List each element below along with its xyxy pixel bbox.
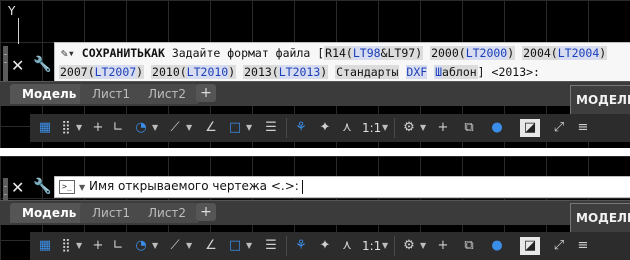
add-layout-button[interactable]: + xyxy=(196,84,216,102)
tab-sheet1[interactable]: Лист1 xyxy=(80,203,143,223)
hardware-accel-icon[interactable]: ◪ xyxy=(520,237,540,255)
model-space-button[interactable]: МОДЕЛЬ xyxy=(570,203,630,233)
infer-icon[interactable]: + xyxy=(90,237,106,255)
layout-tabs-bar: Модель Лист1 Лист2 + xyxy=(0,200,630,225)
isodraft-icon[interactable]: ⟋ xyxy=(166,237,184,255)
status-separator xyxy=(286,236,287,256)
units-icon[interactable]: ⧉ xyxy=(460,237,478,255)
option-2007[interactable]: 2007(LT2007) xyxy=(59,65,145,79)
tab-model[interactable]: Модель xyxy=(10,84,89,104)
grid-icon[interactable]: ▦ xyxy=(36,119,54,137)
status-bar: ▦ ⣿ ▼ + ∟ ◔ ▼ ⟋ ▼ ∠ □ ▼ ☰ ⚘ ✦ ⋏ 1:1 ▼ ⚙ … xyxy=(30,232,630,260)
polar-icon[interactable]: ◔ xyxy=(132,237,150,255)
chevron-down-icon[interactable]: ▼ xyxy=(246,237,254,255)
chevron-down-icon[interactable]: ▼ xyxy=(420,237,428,255)
ortho-icon[interactable]: ∟ xyxy=(110,119,126,137)
chevron-down-icon[interactable]: ▼ xyxy=(186,119,194,137)
chevron-down-icon[interactable]: ▼ xyxy=(152,237,160,255)
scale-value[interactable]: 1:1 xyxy=(362,237,381,255)
snap-icon[interactable]: ⣿ xyxy=(58,237,74,255)
annotation-visibility-icon[interactable]: ⚘ xyxy=(292,119,310,137)
customize-icon[interactable]: ≡ xyxy=(574,119,592,137)
chevron-down-icon[interactable]: ▼ xyxy=(382,119,390,137)
chevron-down-icon[interactable]: ▼ xyxy=(76,119,84,137)
autoscale-icon[interactable]: ✦ xyxy=(316,237,334,255)
workspace-gear-icon[interactable]: ⚙ xyxy=(400,119,418,137)
option-standards[interactable]: Стандарты xyxy=(335,65,400,79)
osnap-icon[interactable]: □ xyxy=(226,237,244,255)
drawing-window-open: ✕ 🔧 >_ ▼ Имя открываемого чертежа <.>: М… xyxy=(0,156,630,260)
option-dxf[interactable]: DXF xyxy=(406,65,428,79)
command-history-icon[interactable]: ✎▾ xyxy=(61,46,75,60)
option-2010[interactable]: 2010(LT2010) xyxy=(151,65,237,79)
isodraft-icon[interactable]: ⟋ xyxy=(166,119,184,137)
tab-sheet2[interactable]: Лист2 xyxy=(136,203,199,223)
scale-value[interactable]: 1:1 xyxy=(362,119,381,137)
command-line-grip[interactable] xyxy=(3,46,8,84)
layout-tabs-bar: Модель Лист1 Лист2 + xyxy=(0,81,630,106)
close-icon[interactable]: ✕ xyxy=(11,56,24,75)
ucs-y-axis-label: Y xyxy=(8,4,16,18)
tab-model[interactable]: Модель xyxy=(10,203,89,223)
clean-screen-icon[interactable]: ⤢ xyxy=(550,119,568,137)
wrench-icon[interactable]: 🔧 xyxy=(33,55,52,73)
chevron-down-icon[interactable]: ▼ xyxy=(76,237,84,255)
option-r14[interactable]: R14(LT98&LT97) xyxy=(324,46,424,60)
annotation-scale-icon[interactable]: ⋏ xyxy=(338,237,356,255)
clean-screen-icon[interactable]: ⤢ xyxy=(550,237,568,255)
isolate-icon[interactable]: ● xyxy=(488,119,506,137)
infer-icon[interactable]: + xyxy=(90,119,106,137)
command-line-history[interactable]: ✎▾ СОХРАНИТЬКАК Задайте формат файла [R1… xyxy=(54,42,630,84)
track-icon[interactable]: ∠ xyxy=(202,119,220,137)
osnap-icon[interactable]: □ xyxy=(226,119,244,137)
tab-sheet2[interactable]: Лист2 xyxy=(136,84,199,104)
grid-icon[interactable]: ▦ xyxy=(36,237,54,255)
option-2004[interactable]: 2004(LT2004) xyxy=(522,46,608,60)
option-2000[interactable]: 2000(LT2000) xyxy=(430,46,516,60)
option-2013[interactable]: 2013(LT2013) xyxy=(243,65,329,79)
model-space-button[interactable]: МОДЕЛЬ xyxy=(570,85,630,115)
lineweight-icon[interactable]: ☰ xyxy=(262,119,280,137)
tab-sheet1[interactable]: Лист1 xyxy=(80,84,143,104)
customize-icon[interactable]: ≡ xyxy=(574,237,592,255)
chevron-down-icon[interactable]: ▼ xyxy=(186,237,194,255)
status-separator xyxy=(286,118,287,138)
open-drawing-prompt: Имя открываемого чертежа <.>: xyxy=(88,179,299,193)
prompt-text: Задайте формат файла [ xyxy=(171,46,325,60)
wrench-icon[interactable]: 🔧 xyxy=(33,177,52,195)
status-separator xyxy=(394,236,395,256)
chevron-down-icon[interactable]: ▼ xyxy=(152,119,160,137)
units-icon[interactable]: ⧉ xyxy=(460,119,478,137)
isolate-icon[interactable]: ● xyxy=(488,237,506,255)
annomonitor-icon[interactable]: + xyxy=(434,237,452,255)
command-line-grip[interactable] xyxy=(3,178,8,200)
workspace-gear-icon[interactable]: ⚙ xyxy=(400,237,418,255)
autoscale-icon[interactable]: ✦ xyxy=(316,119,334,137)
hardware-accel-icon[interactable]: ◪ xyxy=(520,119,540,137)
drawing-window-saveas: Y ✕ 🔧 ✎▾ СОХРАНИТЬКАК Задайте формат фай… xyxy=(0,0,630,148)
text-cursor xyxy=(301,179,303,194)
annotation-visibility-icon[interactable]: ⚘ xyxy=(292,237,310,255)
ucs-y-axis-icon xyxy=(18,18,19,44)
chevron-down-icon[interactable]: ▼ xyxy=(382,237,390,255)
prompt-default: ] <2013>: xyxy=(477,65,540,79)
command-name: СОХРАНИТЬКАК xyxy=(81,46,165,60)
status-bar: ▦ ⣿ ▼ + ∟ ◔ ▼ ⟋ ▼ ∠ □ ▼ ☰ ⚘ ✦ ⋏ 1:1 ▼ ⚙ … xyxy=(30,114,630,142)
option-template[interactable]: Шаблон xyxy=(434,65,478,79)
chevron-down-icon[interactable]: ▼ xyxy=(246,119,254,137)
track-icon[interactable]: ∠ xyxy=(202,237,220,255)
chevron-down-icon[interactable]: ▼ xyxy=(79,183,85,192)
polar-icon[interactable]: ◔ xyxy=(132,119,150,137)
snap-icon[interactable]: ⣿ xyxy=(58,119,74,137)
add-layout-button[interactable]: + xyxy=(196,203,216,221)
chevron-down-icon[interactable]: ▼ xyxy=(420,119,428,137)
lineweight-icon[interactable]: ☰ xyxy=(262,237,280,255)
ortho-icon[interactable]: ∟ xyxy=(110,237,126,255)
status-separator xyxy=(394,118,395,138)
annomonitor-icon[interactable]: + xyxy=(434,119,452,137)
command-input[interactable]: >_ ▼ Имя открываемого чертежа <.>: xyxy=(54,176,630,198)
command-prompt-icon[interactable]: >_ xyxy=(59,180,75,194)
annotation-scale-icon[interactable]: ⋏ xyxy=(338,119,356,137)
close-icon[interactable]: ✕ xyxy=(11,178,24,197)
